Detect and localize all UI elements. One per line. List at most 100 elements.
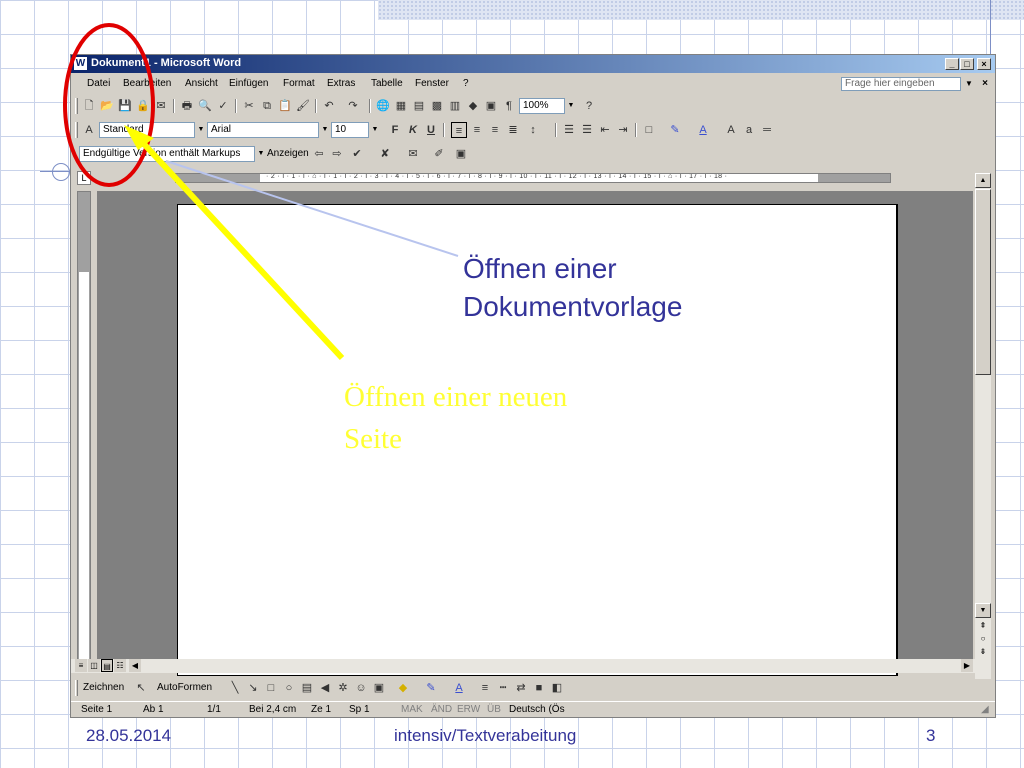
vertical-ruler[interactable]	[77, 191, 91, 662]
highlight-icon[interactable]: ✎	[667, 122, 683, 138]
undo-icon[interactable]: ↶	[321, 98, 337, 114]
print-preview-icon[interactable]: 🔍	[197, 98, 213, 114]
line-icon[interactable]: ╲	[227, 680, 243, 696]
cut-icon[interactable]: ✂	[241, 98, 257, 114]
font-size-select[interactable]: 10	[331, 122, 369, 138]
arrow-style-icon[interactable]: ⇄	[513, 680, 529, 696]
justify-icon[interactable]: ≣	[505, 122, 521, 138]
font-dropdown-icon[interactable]: ▼	[319, 122, 331, 138]
word-app-icon[interactable]: W	[74, 57, 87, 70]
close-document-button[interactable]: ×	[979, 77, 991, 91]
zoom-select[interactable]: 100%	[519, 98, 565, 114]
open-icon[interactable]: 📂	[99, 98, 115, 114]
display-for-review-select[interactable]: Endgültige Version enthält Markups	[79, 146, 255, 162]
minimize-button[interactable]: _	[945, 58, 959, 70]
insert-table-icon[interactable]: ▤	[411, 98, 427, 114]
style-select[interactable]: Standard	[99, 122, 195, 138]
print-icon[interactable]: 🖶	[179, 98, 195, 114]
clipart-icon[interactable]: ☺	[353, 680, 369, 696]
status-track-changes[interactable]: ÄND	[431, 704, 452, 715]
show-hide-icon[interactable]: ¶	[501, 98, 517, 114]
wordart-icon[interactable]: ◀	[317, 680, 333, 696]
save-icon[interactable]: 💾	[117, 98, 133, 114]
paste-icon[interactable]: 📋	[277, 98, 293, 114]
help-icon[interactable]: ?	[581, 98, 597, 114]
accept-change-icon[interactable]: ✔	[349, 146, 365, 162]
previous-page-icon[interactable]: ⇞	[975, 619, 991, 632]
new-document-icon[interactable]: 🗋	[81, 98, 97, 114]
maximize-button[interactable]: □	[960, 58, 974, 70]
help-search-input[interactable]: Frage hier eingeben	[841, 77, 961, 91]
rectangle-icon[interactable]: □	[263, 680, 279, 696]
scroll-right-icon[interactable]: ▶	[961, 659, 973, 672]
close-button[interactable]: ×	[977, 58, 991, 70]
menu-datei[interactable]: Datei	[87, 78, 110, 89]
style-dropdown-icon[interactable]: ▼	[195, 122, 207, 138]
align-center-icon[interactable]: ≡	[469, 122, 485, 138]
zoom-dropdown-icon[interactable]: ▼	[565, 98, 577, 114]
grow-font-icon[interactable]: A	[723, 122, 739, 138]
menu-tabelle[interactable]: Tabelle	[371, 78, 403, 89]
vertical-scrollbar[interactable]: ▲ ▼ ⇞ ○ ⇟	[975, 173, 991, 679]
menu-bearbeiten[interactable]: Bearbeiten	[123, 78, 171, 89]
show-menu-button[interactable]: Anzeigen	[267, 146, 309, 162]
spelling-icon[interactable]: ✓	[215, 98, 231, 114]
draw-menu-button[interactable]: Zeichnen	[83, 680, 124, 696]
permission-icon[interactable]: 🔒	[135, 98, 151, 114]
drawing-icon[interactable]: ◆	[465, 98, 481, 114]
status-extend[interactable]: ERW	[457, 704, 480, 715]
menu-fenster[interactable]: Fenster	[415, 78, 449, 89]
align-right-icon[interactable]: ≡	[487, 122, 503, 138]
oval-icon[interactable]: ○	[281, 680, 297, 696]
phonetic-icon[interactable]: ═	[759, 122, 775, 138]
picture-icon[interactable]: ▣	[371, 680, 387, 696]
increase-indent-icon[interactable]: ⇥	[615, 122, 631, 138]
menu-extras[interactable]: Extras	[327, 78, 355, 89]
resize-grip-icon[interactable]: ◢	[981, 704, 989, 715]
outline-view-icon[interactable]: ☷	[114, 659, 126, 672]
line-style-icon[interactable]: ≡	[477, 680, 493, 696]
reviewing-pane-icon[interactable]: ▣	[453, 146, 469, 162]
diagram-icon[interactable]: ✲	[335, 680, 351, 696]
toolbar-grip[interactable]	[75, 122, 78, 138]
select-objects-icon[interactable]: ↖	[133, 680, 149, 696]
status-overtype[interactable]: ÜB	[487, 704, 501, 715]
tables-borders-icon[interactable]: ▦	[393, 98, 409, 114]
web-layout-icon[interactable]: ◫	[88, 659, 100, 672]
arrow-icon[interactable]: ↘	[245, 680, 261, 696]
text-box-icon[interactable]: ▤	[299, 680, 315, 696]
columns-icon[interactable]: ▥	[447, 98, 463, 114]
print-layout-icon[interactable]: ▤	[101, 659, 113, 672]
line-spacing-icon[interactable]: ↕	[525, 122, 541, 138]
align-left-icon[interactable]: ≡	[451, 122, 467, 138]
copy-icon[interactable]: ⧉	[259, 98, 275, 114]
autoshapes-menu-button[interactable]: AutoFormen	[157, 680, 212, 696]
font-color-icon[interactable]: A	[695, 122, 711, 138]
insert-excel-icon[interactable]: ▩	[429, 98, 445, 114]
track-changes-icon[interactable]: ✐	[431, 146, 447, 162]
bullets-icon[interactable]: ☰	[579, 122, 595, 138]
browse-object-icon[interactable]: ○	[975, 632, 991, 645]
shadow-icon[interactable]: ■	[531, 680, 547, 696]
bold-button[interactable]: F	[387, 122, 403, 138]
help-dropdown-icon[interactable]: ▼	[963, 77, 975, 91]
redo-icon[interactable]: ↷	[345, 98, 361, 114]
shrink-font-icon[interactable]: a	[741, 122, 757, 138]
toolbar-grip[interactable]	[75, 98, 78, 114]
3d-icon[interactable]: ◧	[549, 680, 565, 696]
underline-button[interactable]: U	[423, 122, 439, 138]
font-size-dropdown-icon[interactable]: ▼	[369, 122, 381, 138]
scroll-left-icon[interactable]: ◀	[129, 659, 141, 672]
horizontal-scrollbar[interactable]: ≡ ◫ ▤ ☷ ◀ ▶	[71, 659, 975, 673]
scroll-thumb[interactable]	[975, 189, 991, 375]
menu-help[interactable]: ?	[463, 78, 469, 89]
hyperlink-icon[interactable]: 🌐	[375, 98, 391, 114]
toolbar-grip[interactable]	[75, 680, 78, 696]
decrease-indent-icon[interactable]: ⇤	[597, 122, 613, 138]
font-select[interactable]: Arial	[207, 122, 319, 138]
display-dropdown-icon[interactable]: ▼	[255, 146, 267, 162]
scroll-up-icon[interactable]: ▲	[975, 173, 991, 188]
dash-style-icon[interactable]: ┅	[495, 680, 511, 696]
email-icon[interactable]: ✉	[153, 98, 169, 114]
draw-font-color-icon[interactable]: A	[451, 680, 467, 696]
